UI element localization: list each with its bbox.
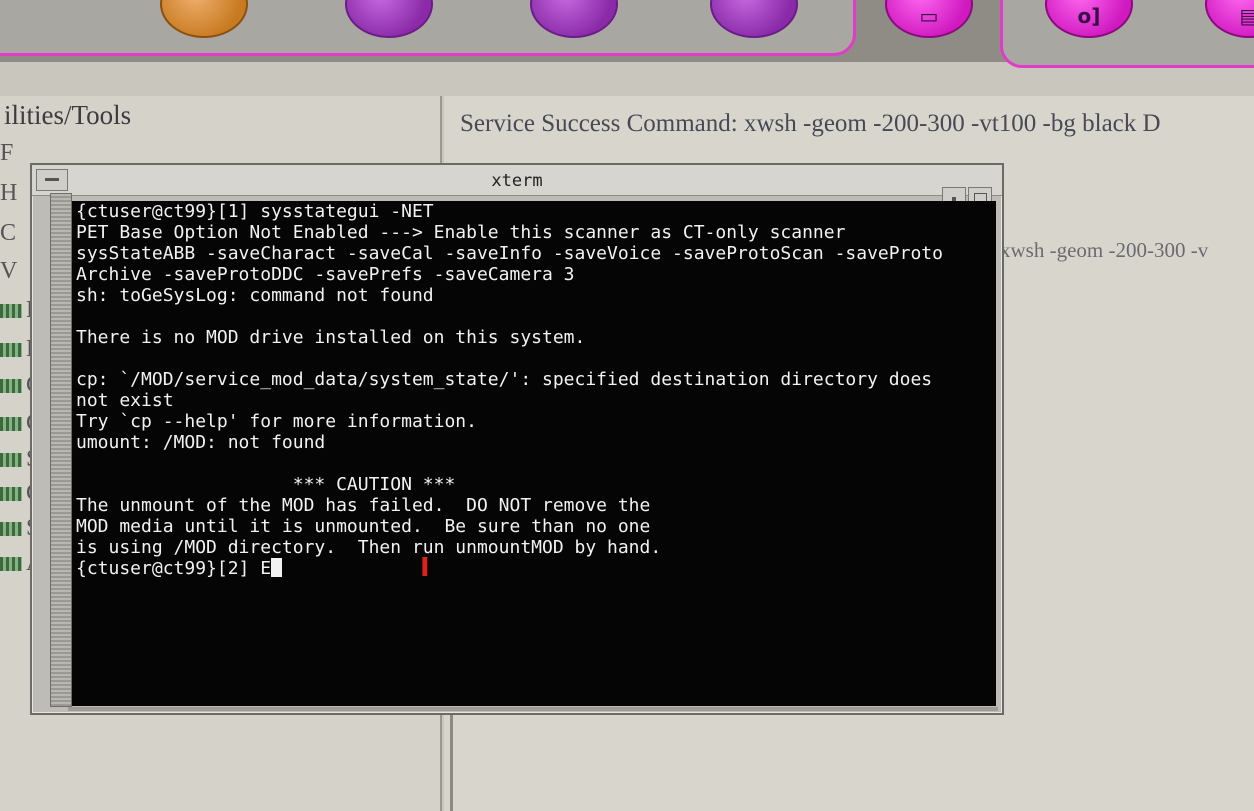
terminal-scrollbar[interactable] (50, 193, 72, 707)
terminal-line: not exist (76, 390, 174, 411)
terminal-line: *** CAUTION *** (76, 474, 456, 495)
tools-item[interactable]: H (0, 180, 18, 207)
tool-icon (0, 304, 22, 319)
tool-icon (0, 487, 22, 502)
ibeam-cursor-icon: I (420, 553, 430, 583)
tool-icon (0, 343, 22, 358)
terminal-line: is using /MOD directory. Then run unmoun… (76, 537, 662, 558)
service-command-secondary: xwsh -geom -200-300 -v (1000, 238, 1209, 262)
service-success-command: Service Success Command: xwsh -geom -200… (460, 110, 1161, 137)
terminal-output[interactable]: {ctuser@ct99}[1] sysstategui -NET PET Ba… (72, 201, 996, 706)
terminal-line: The unmount of the MOD has failed. DO NO… (76, 495, 651, 516)
tool-icon (0, 522, 22, 537)
terminal-line: PET Base Option Not Enabled ---> Enable … (76, 222, 846, 243)
terminal-line: {ctuser@ct99}[1] sysstategui -NET (76, 201, 434, 222)
terminal-line: sh: toGeSysLog: command not found (76, 285, 434, 306)
tools-item[interactable]: C (0, 220, 17, 247)
terminal-prompt-line[interactable]: {ctuser@ct99}[2] E (76, 558, 996, 579)
terminal-line: Archive -saveProtoDDC -savePrefs -saveCa… (76, 264, 575, 285)
tools-panel-title: ilities/Tools (4, 100, 132, 130)
terminal-line: umount: /MOD: not found (76, 432, 326, 453)
panel-divider (450, 700, 453, 811)
tool-icon (0, 557, 22, 572)
tools-item[interactable]: V (0, 258, 18, 285)
terminal-line: cp: `/MOD/service_mod_data/system_state/… (76, 369, 933, 390)
text-cursor (271, 558, 283, 577)
launcher-button-5[interactable]: ▭ (885, 0, 973, 38)
terminal-line: Try `cp --help' for more information. (76, 411, 477, 432)
launcher-bar: ▭ o] ▤ (0, 0, 1254, 68)
tool-icon (0, 379, 22, 394)
terminal-line: MOD media until it is unmounted. Be sure… (76, 516, 651, 537)
terminal-line: sysStateABB -saveCharact -saveCal -saveI… (76, 243, 943, 264)
tool-icon (0, 417, 22, 432)
xterm-titlebar[interactable]: xterm (32, 165, 1002, 196)
tools-item[interactable]: F (0, 140, 14, 167)
tool-icon (0, 453, 22, 468)
terminal-line: There is no MOD drive installed on this … (76, 327, 586, 348)
xterm-title: xterm (491, 171, 543, 191)
xterm-window[interactable]: xterm {ctuser@ct99}[1] sysstategui -NET … (30, 163, 1004, 715)
terminal-prompt: {ctuser@ct99}[2] E (76, 558, 272, 579)
xterm-bottom-border (68, 707, 998, 711)
